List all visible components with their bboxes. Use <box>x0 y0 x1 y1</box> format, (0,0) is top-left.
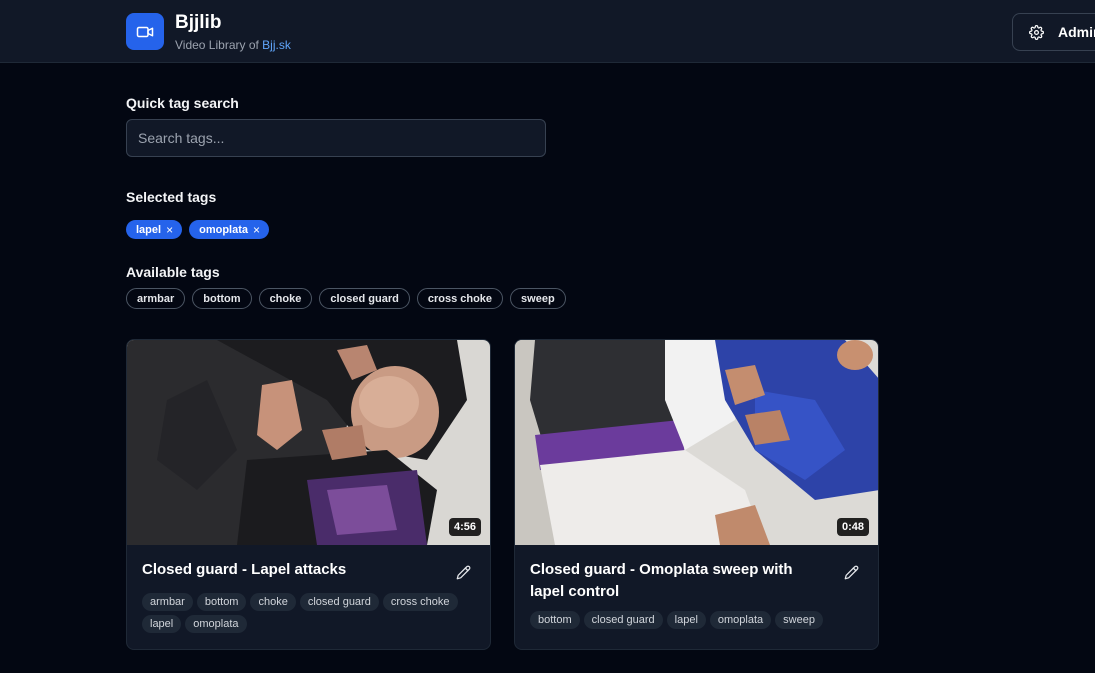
bjj-sk-link[interactable]: Bjj.sk <box>262 38 291 52</box>
top-header: Bjjlib Video Library of Bjj.sk Admin <box>0 0 1095 63</box>
available-tags-list: armbar bottom choke closed guard cross c… <box>126 288 566 309</box>
tag-search-box[interactable] <box>126 119 546 157</box>
available-tag-chip[interactable]: cross choke <box>416 288 504 309</box>
app-title: Bjjlib <box>175 12 222 33</box>
logo[interactable] <box>126 13 164 50</box>
video-camera-icon <box>136 26 154 37</box>
available-tags-label: Available tags <box>126 264 220 280</box>
video-thumbnail[interactable]: 4:56 <box>127 340 490 545</box>
video-thumbnail[interactable]: 0:48 <box>515 340 878 545</box>
edit-video-button[interactable] <box>842 563 860 581</box>
search-label: Quick tag search <box>126 95 239 111</box>
admin-button[interactable]: Admin <box>1012 13 1095 51</box>
video-thumbnail-image <box>515 340 878 545</box>
available-tag-chip[interactable]: sweep <box>510 288 566 309</box>
remove-tag-icon[interactable]: × <box>253 224 260 236</box>
remove-tag-icon[interactable]: × <box>166 224 173 236</box>
app-subtitle: Video Library of Bjj.sk <box>175 38 291 52</box>
video-card[interactable]: 4:56 Closed guard - Lapel attacks armbar… <box>126 339 491 650</box>
selected-tag-chip[interactable]: lapel × <box>126 220 183 239</box>
edit-video-button[interactable] <box>454 563 472 581</box>
available-tag-chip[interactable]: bottom <box>192 288 252 309</box>
video-tag[interactable]: lapel <box>142 615 182 633</box>
video-title[interactable]: Closed guard - Lapel attacks <box>142 559 437 581</box>
video-thumbnail-image <box>127 340 490 545</box>
video-tag[interactable]: armbar <box>142 593 193 611</box>
video-tag[interactable]: closed guard <box>583 611 663 629</box>
video-tag[interactable]: omoplata <box>185 615 247 633</box>
video-tag[interactable]: bottom <box>196 593 247 611</box>
selected-tags-label: Selected tags <box>126 189 217 205</box>
video-tag[interactable]: cross choke <box>382 593 458 611</box>
video-tag[interactable]: sweep <box>775 611 823 629</box>
video-tags: armbar bottom choke closed guard cross c… <box>142 593 472 633</box>
video-duration: 0:48 <box>836 518 869 536</box>
video-tag[interactable]: omoplata <box>709 611 772 629</box>
video-tag[interactable]: lapel <box>666 611 706 629</box>
tag-search-input[interactable] <box>127 120 545 156</box>
selected-tag-label: lapel <box>136 223 162 236</box>
available-tag-chip[interactable]: armbar <box>126 288 186 309</box>
page: Bjjlib Video Library of Bjj.sk Admin Qui… <box>0 0 1095 673</box>
gear-icon <box>1029 24 1044 40</box>
subtitle-text: Video Library of <box>175 38 263 52</box>
video-card[interactable]: 0:48 Closed guard - Omoplata sweep with … <box>514 339 879 650</box>
video-tag[interactable]: choke <box>250 593 296 611</box>
pencil-icon <box>456 565 470 579</box>
video-tags: bottom closed guard lapel omoplata sweep <box>530 611 860 629</box>
video-tag[interactable]: closed guard <box>299 593 379 611</box>
selected-tag-chip[interactable]: omoplata × <box>189 220 270 239</box>
available-tag-chip[interactable]: closed guard <box>319 288 410 309</box>
video-title[interactable]: Closed guard - Omoplata sweep with lapel… <box>530 559 825 603</box>
video-tag[interactable]: bottom <box>530 611 580 629</box>
available-tag-chip[interactable]: choke <box>258 288 313 309</box>
selected-tag-label: omoplata <box>199 223 248 236</box>
video-duration: 4:56 <box>448 518 481 536</box>
admin-label: Admin <box>1058 24 1095 40</box>
pencil-icon <box>844 565 858 579</box>
selected-tags-list: lapel × omoplata × <box>126 220 270 239</box>
